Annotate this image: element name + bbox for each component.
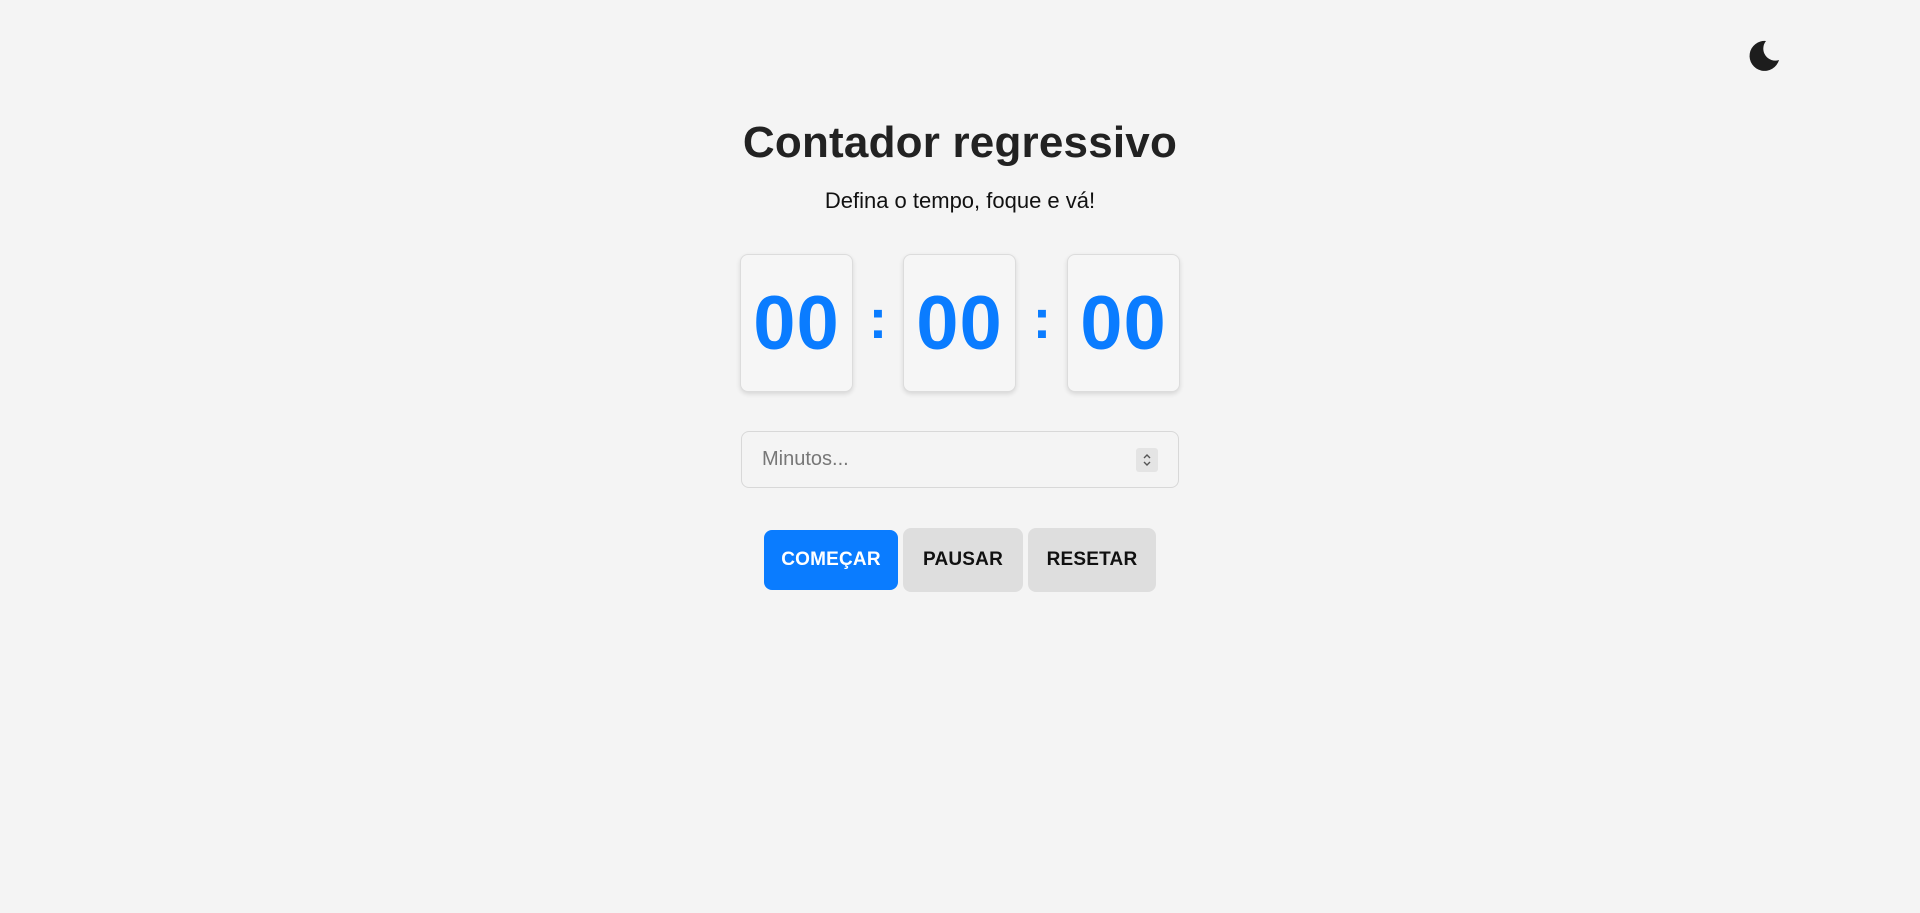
start-button[interactable]: COMEÇAR xyxy=(764,530,898,590)
hours-display: 00 xyxy=(740,254,853,392)
seconds-display: 00 xyxy=(1067,254,1180,392)
theme-toggle-button[interactable] xyxy=(1744,36,1784,76)
number-stepper[interactable] xyxy=(1136,448,1158,472)
page-title: Contador regressivo xyxy=(742,118,1178,167)
time-separator: : xyxy=(1032,286,1052,350)
pause-button[interactable]: PAUSAR xyxy=(903,528,1023,592)
minutes-input[interactable] xyxy=(742,432,1178,487)
stepper-arrows-icon xyxy=(1141,451,1153,469)
timer-display: 00 : 00 : 00 xyxy=(740,254,1180,392)
time-separator: : xyxy=(868,286,888,350)
minutes-display: 00 xyxy=(903,254,1016,392)
moon-icon xyxy=(1746,38,1782,74)
page-subtitle: Defina o tempo, foque e vá! xyxy=(824,188,1096,213)
reset-button[interactable]: RESETAR xyxy=(1028,528,1156,592)
minutes-field xyxy=(741,431,1179,488)
